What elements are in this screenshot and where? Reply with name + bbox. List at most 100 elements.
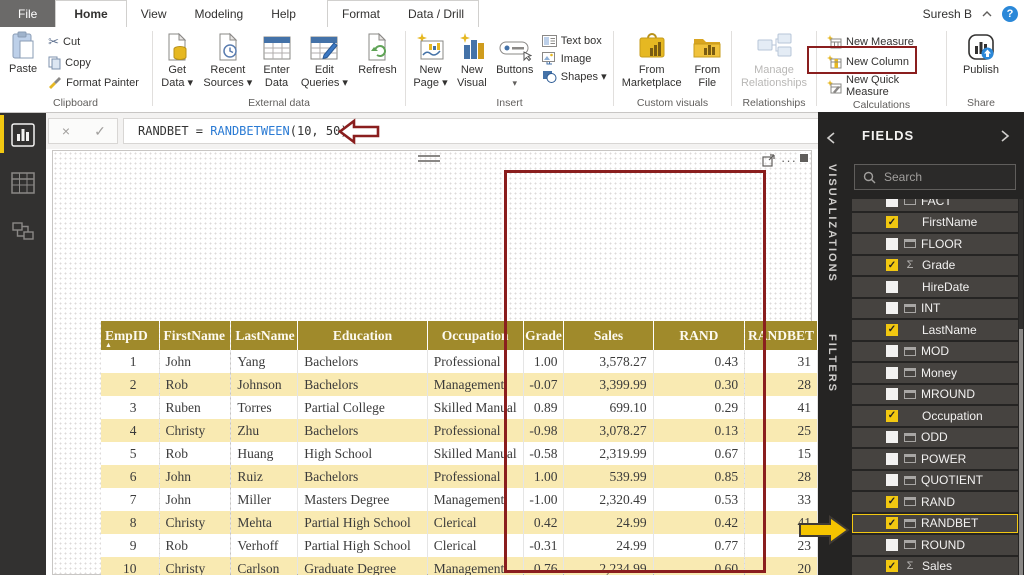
fields-search-input[interactable] — [884, 170, 999, 184]
copy-button[interactable]: Copy — [46, 55, 141, 71]
checked-checkbox[interactable]: ✓ — [886, 259, 898, 272]
collapse-panel-icon[interactable] — [826, 132, 835, 144]
table-row[interactable]: 6 John Ruiz Bachelors Professional 1.00 539.99… — [101, 465, 818, 488]
field-item-money[interactable]: Money — [852, 363, 1018, 383]
field-item-randbet[interactable]: ✓ RANDBET — [852, 513, 1018, 533]
help-icon[interactable]: ? — [1002, 5, 1018, 22]
column-header-firstname[interactable]: FirstName — [159, 321, 232, 350]
column-header-randbet[interactable]: RANDBET — [744, 321, 818, 350]
table-row[interactable]: 4 Christy Zhu Bachelors Professional -0.98 3,0… — [101, 419, 818, 442]
field-item-mod[interactable]: MOD — [852, 341, 1018, 361]
field-item-odd[interactable]: ODD — [852, 427, 1018, 447]
model-view-icon[interactable] — [11, 219, 35, 243]
field-item-mround[interactable]: MROUND — [852, 384, 1018, 404]
column-header-empid[interactable]: EmpID ▲ — [101, 321, 160, 350]
from-marketplace-button[interactable]: From Marketplace — [619, 30, 685, 91]
table-row[interactable]: 9 Rob Verhoff Partial High School Clerical -0… — [101, 534, 818, 557]
unchecked-checkbox[interactable] — [886, 302, 898, 315]
field-item-firstname[interactable]: ✓ FirstName — [852, 212, 1018, 232]
unchecked-checkbox[interactable] — [886, 345, 898, 358]
signed-in-user[interactable]: Suresh B — [923, 7, 972, 21]
unchecked-checkbox[interactable] — [886, 474, 898, 487]
edit-queries-button[interactable]: Edit Queries ▾ — [298, 30, 351, 91]
report-view-icon[interactable] — [11, 123, 35, 147]
tab-help[interactable]: Help — [257, 0, 310, 27]
tab-data-drill[interactable]: Data / Drill — [394, 1, 478, 27]
get-data-button[interactable]: Get Data ▾ — [158, 30, 196, 91]
field-item-power[interactable]: POWER — [852, 449, 1018, 469]
unchecked-checkbox[interactable] — [886, 431, 898, 444]
publish-button[interactable]: Publish — [960, 30, 1002, 79]
checked-checkbox[interactable]: ✓ — [886, 495, 898, 508]
formula-input[interactable]: RANDBET = RANDBETWEEN (10, 50) — [123, 118, 858, 144]
visual-resize-handle[interactable] — [799, 153, 809, 163]
fields-search-box[interactable] — [854, 164, 1016, 190]
tab-view[interactable]: View — [127, 0, 181, 27]
checked-checkbox[interactable]: ✓ — [886, 409, 898, 422]
collapse-ribbon-icon[interactable] — [982, 10, 992, 17]
new-measure-button[interactable]: New Measure — [824, 33, 916, 50]
tab-home[interactable]: Home — [55, 0, 127, 27]
checked-checkbox[interactable]: ✓ — [886, 517, 898, 530]
field-item-fact[interactable]: FACT — [852, 199, 1018, 211]
tab-format[interactable]: Format — [328, 1, 394, 27]
formula-cancel-button[interactable]: × — [49, 119, 83, 143]
column-header-lastname[interactable]: LastName — [230, 321, 299, 350]
unchecked-checkbox[interactable] — [886, 388, 898, 401]
data-view-icon[interactable] — [11, 171, 35, 195]
field-item-grade[interactable]: ✓ Σ Grade — [852, 255, 1018, 275]
cut-button[interactable]: ✂ Cut — [46, 33, 141, 51]
image-button[interactable]: Image — [540, 51, 609, 66]
field-item-hiredate[interactable]: HireDate — [852, 277, 1018, 297]
buttons-button[interactable]: Buttons ▾ — [493, 30, 536, 91]
checked-checkbox[interactable]: ✓ — [886, 323, 898, 336]
field-item-int[interactable]: INT — [852, 298, 1018, 318]
tab-filters[interactable]: FILTERS — [826, 334, 838, 393]
format-painter-button[interactable]: Format Painter — [46, 75, 141, 90]
unchecked-checkbox[interactable] — [886, 366, 898, 379]
formula-commit-button[interactable]: ✓ — [83, 119, 117, 143]
checked-checkbox[interactable]: ✓ — [886, 560, 898, 573]
column-header-grade[interactable]: Grade — [523, 321, 565, 350]
manage-relationships-button[interactable]: Manage Relationships — [738, 30, 810, 91]
tab-file[interactable]: File — [0, 0, 56, 27]
unchecked-checkbox[interactable] — [886, 280, 898, 293]
field-item-round[interactable]: ROUND — [852, 535, 1018, 555]
paste-button[interactable]: Paste — [6, 29, 40, 78]
table-row[interactable]: 7 John Miller Masters Degree Management -1.00… — [101, 488, 818, 511]
visual-drag-handle[interactable] — [418, 155, 440, 162]
table-row[interactable]: 10 Christy Carlson Graduate Degree Managemen… — [101, 557, 818, 575]
tab-modeling[interactable]: Modeling — [180, 0, 257, 27]
unchecked-checkbox[interactable] — [886, 237, 898, 250]
text-box-button[interactable]: Text box — [540, 34, 609, 48]
table-row[interactable]: 5 Rob Huang High School Skilled Manual -0.58 2… — [101, 442, 818, 465]
table-row[interactable]: 8 Christy Mehta Partial High School Clerical… — [101, 511, 818, 534]
new-visual-button[interactable]: New Visual — [454, 30, 490, 91]
unchecked-checkbox[interactable] — [886, 452, 898, 465]
expand-panel-icon[interactable] — [1001, 130, 1010, 142]
unchecked-checkbox[interactable] — [886, 538, 898, 551]
table-row[interactable]: 1 John Yang Bachelors Professional 1.00 3,578.… — [101, 350, 818, 373]
field-item-occupation[interactable]: ✓ Occupation — [852, 406, 1018, 426]
fields-scrollbar-thumb[interactable] — [1019, 329, 1023, 575]
column-header-occupation[interactable]: Occupation — [427, 321, 524, 350]
new-column-button[interactable]: New Column — [824, 53, 911, 70]
checked-checkbox[interactable]: ✓ — [886, 216, 898, 229]
fields-scrollbar[interactable] — [1019, 199, 1023, 575]
from-file-button[interactable]: From File — [688, 30, 726, 91]
field-item-sales[interactable]: ✓ Σ Sales — [852, 556, 1018, 575]
field-item-floor[interactable]: FLOOR — [852, 234, 1018, 254]
field-item-quotient[interactable]: QUOTIENT — [852, 470, 1018, 490]
new-page-button[interactable]: New Page ▾ — [410, 30, 450, 91]
tab-visualizations[interactable]: VISUALIZATIONS — [826, 164, 838, 283]
table-row[interactable]: 2 Rob Johnson Bachelors Management -0.07 3,399… — [101, 373, 818, 396]
column-header-rand[interactable]: RAND — [653, 321, 746, 350]
refresh-button[interactable]: Refresh — [355, 30, 400, 79]
new-quick-measure-button[interactable]: New Quick Measure — [824, 73, 941, 99]
enter-data-button[interactable]: Enter Data — [260, 30, 294, 91]
focus-mode-icon[interactable] — [762, 154, 775, 167]
column-header-education[interactable]: Education — [297, 321, 428, 350]
column-header-sales[interactable]: Sales — [563, 321, 654, 350]
recent-sources-button[interactable]: Recent Sources ▾ — [200, 30, 255, 91]
table-row[interactable]: 3 Ruben Torres Partial College Skilled Manua… — [101, 396, 818, 419]
